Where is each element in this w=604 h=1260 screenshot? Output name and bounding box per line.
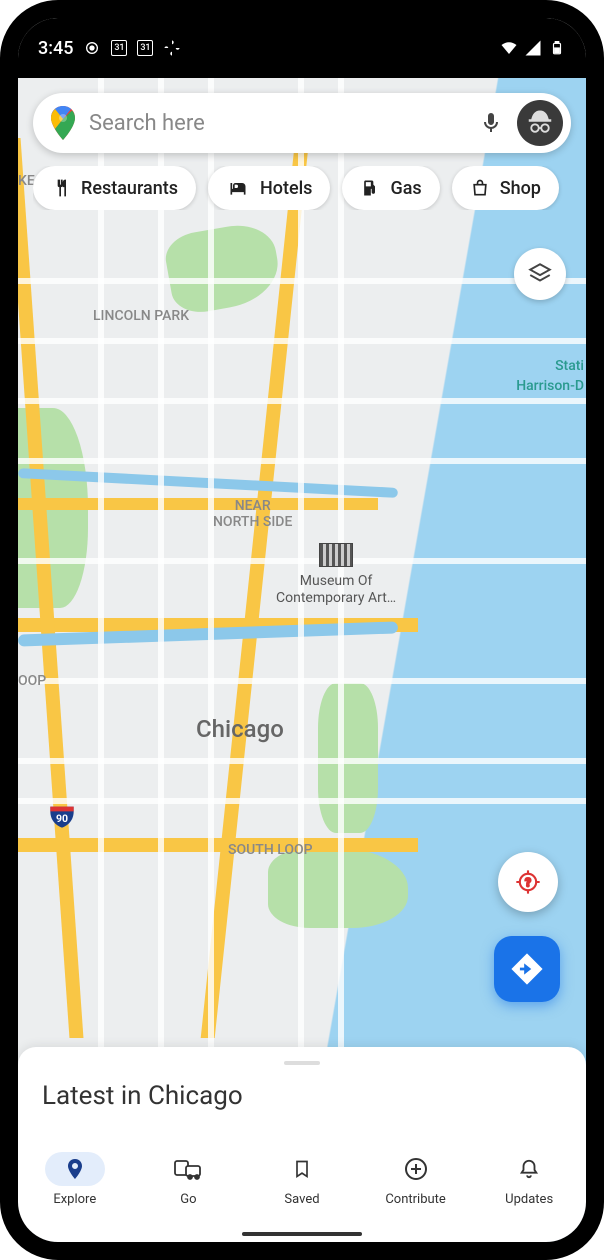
bell-icon [518, 1157, 540, 1181]
incognito-icon [525, 108, 555, 138]
nav-contribute[interactable]: Contribute [376, 1152, 456, 1207]
locate-button[interactable]: ? [498, 852, 558, 912]
maps-logo-icon [51, 106, 75, 140]
chip-gas[interactable]: Gas [342, 166, 439, 210]
nav-label: Go [180, 1192, 196, 1207]
nav-label: Explore [53, 1192, 96, 1207]
poi-museum[interactable]: Museum Of Contemporary Art… [276, 543, 396, 607]
search-input[interactable]: Search here [89, 111, 471, 136]
chip-label: Shop [500, 178, 541, 199]
explore-pin-icon [63, 1157, 87, 1181]
plus-circle-icon [404, 1157, 428, 1181]
chip-hotels[interactable]: Hotels [208, 166, 330, 210]
dot-circle-icon [83, 39, 101, 57]
commute-icon [174, 1157, 202, 1181]
directions-icon [510, 952, 544, 986]
map-label-city: Chicago [196, 715, 284, 743]
nav-label: Updates [505, 1192, 553, 1207]
bottom-nav: Explore Go Saved Contribute Updates [18, 1142, 586, 1242]
pinwheel-icon [163, 39, 181, 57]
nav-go[interactable]: Go [148, 1152, 228, 1207]
gesture-handle[interactable] [242, 1232, 362, 1236]
gas-icon [360, 178, 380, 198]
directions-button[interactable] [494, 936, 560, 1002]
nav-updates[interactable]: Updates [489, 1152, 569, 1207]
hotel-icon [226, 178, 250, 198]
screen: 3:45 31 31 [18, 18, 586, 1242]
nav-explore[interactable]: Explore [35, 1152, 115, 1207]
layers-icon [527, 261, 553, 287]
map-label-south-loop: SOUTH LOOP [228, 842, 313, 858]
bottom-sheet[interactable]: Latest in Chicago [18, 1047, 586, 1142]
map-label-station: Stati [555, 358, 584, 374]
chip-shopping[interactable]: Shop [452, 166, 559, 210]
crosshair-icon: ? [514, 868, 542, 896]
calendar-icon-2: 31 [137, 40, 153, 56]
bookmark-icon [292, 1157, 312, 1181]
map-label-near-north: NEAR NORTH SIDE [213, 498, 292, 530]
poi-museum-label: Museum Of Contemporary Art… [276, 573, 396, 607]
nav-label: Saved [284, 1192, 319, 1207]
chip-label: Hotels [260, 178, 312, 199]
shopping-icon [470, 178, 490, 198]
map-label-lincoln-park: LINCOLN PARK [93, 308, 189, 324]
nav-label: Contribute [385, 1192, 446, 1207]
mic-button[interactable] [471, 103, 511, 143]
map-label-loop: OOP [18, 673, 46, 689]
calendar-icon: 31 [111, 40, 127, 56]
status-bar: 3:45 31 31 [18, 18, 586, 78]
search-bar[interactable]: Search here [33, 93, 571, 153]
chip-label: Gas [390, 178, 421, 199]
svg-text:90: 90 [56, 812, 68, 825]
profile-incognito-button[interactable] [517, 100, 563, 146]
map-label-harrison: Harrison-D [516, 378, 584, 394]
layers-button[interactable] [514, 248, 566, 300]
battery-icon [548, 39, 566, 57]
building-icon [319, 543, 353, 567]
sheet-handle[interactable] [284, 1061, 320, 1065]
interstate-shield-icon: 90 [48, 802, 76, 834]
svg-text:?: ? [525, 876, 531, 890]
chip-label: Restaurants [81, 178, 178, 199]
status-time: 3:45 [38, 38, 73, 59]
cell-signal-icon [524, 39, 542, 57]
restaurant-icon [51, 178, 71, 198]
nav-saved[interactable]: Saved [262, 1152, 342, 1207]
mic-icon [479, 111, 503, 135]
sheet-title: Latest in Chicago [42, 1081, 562, 1111]
chip-restaurants[interactable]: Restaurants [33, 166, 196, 210]
category-chips: Restaurants Hotels Gas Shop [33, 166, 586, 210]
wifi-icon [500, 39, 518, 57]
